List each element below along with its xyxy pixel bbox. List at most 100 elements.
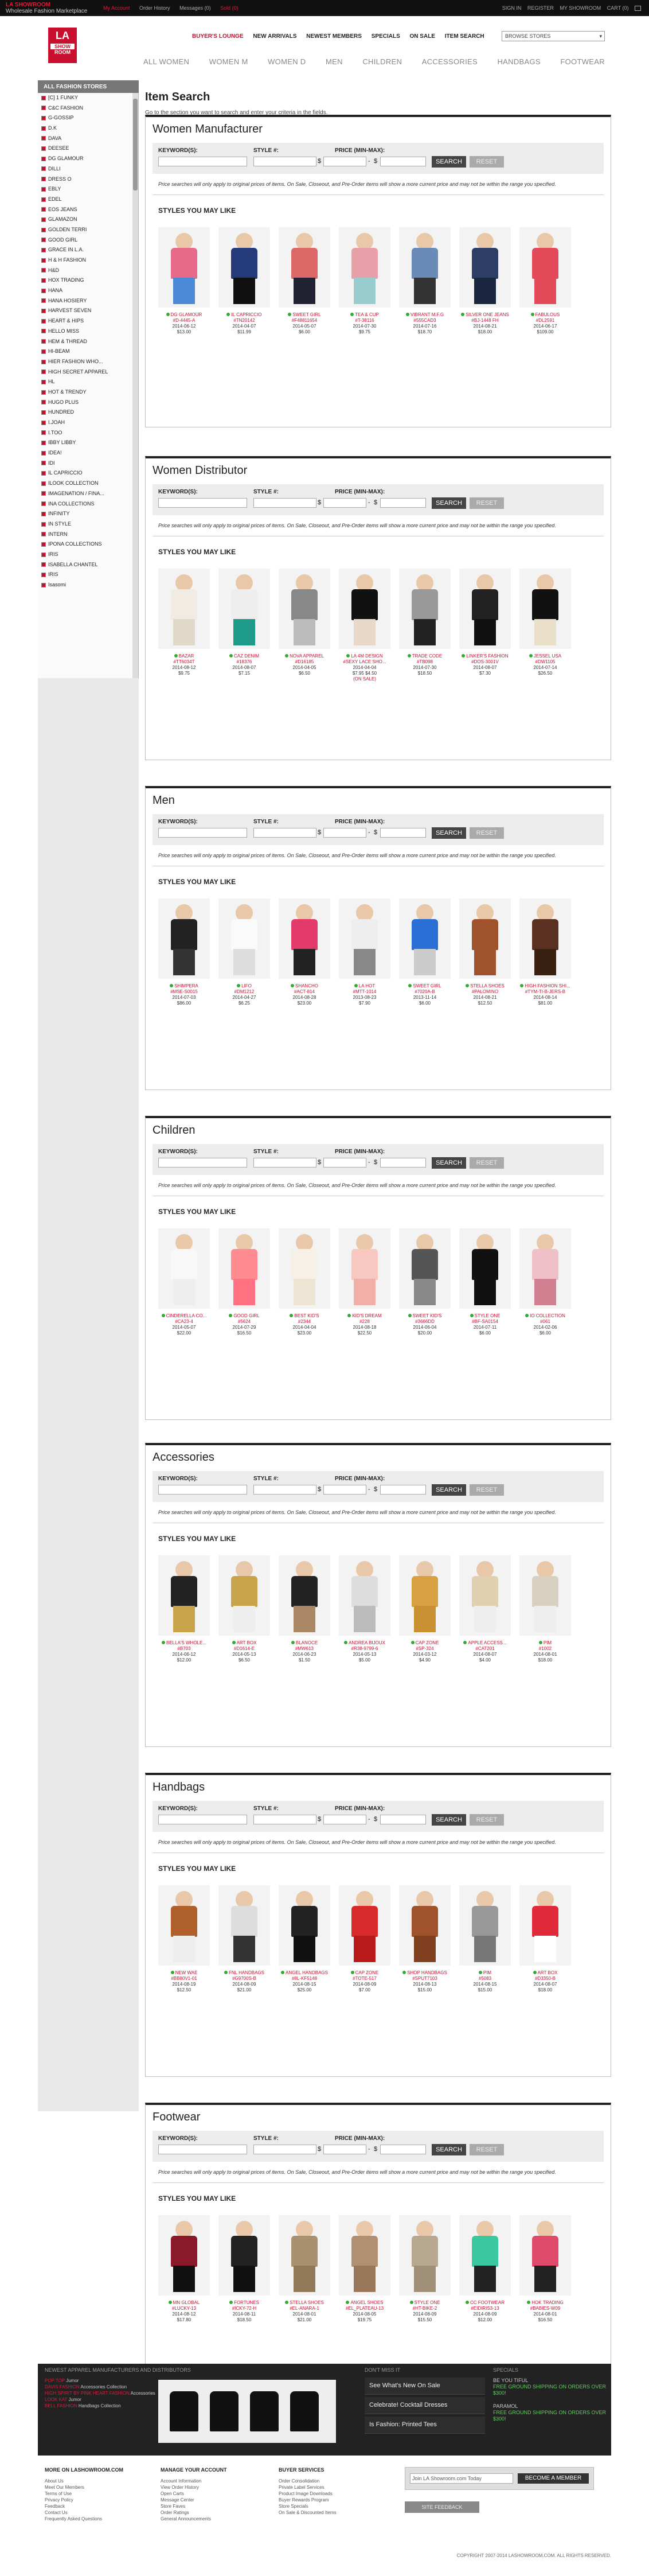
product-card[interactable]: CAP ZONE #SP-324 2014-03-12 $4.90 <box>399 1555 451 1663</box>
product-store[interactable]: CAZ DENIM <box>218 653 270 659</box>
price-max-input[interactable] <box>380 1815 426 1824</box>
checkbox-icon[interactable] <box>41 207 46 212</box>
product-image[interactable] <box>279 2215 330 2295</box>
nav-newest-members[interactable]: NEWEST MEMBERS <box>306 33 362 40</box>
checkbox-icon[interactable] <box>41 400 46 405</box>
sidebar-store-item[interactable]: GRACE IN L.A. <box>38 245 138 255</box>
store-list-scrollbar[interactable] <box>132 93 138 678</box>
product-card[interactable]: CINDERELLA CO... #CA23-4 2014-05-07 $22.… <box>158 1228 210 1336</box>
sidebar-store-item[interactable]: IBBY LIBBY <box>38 438 138 448</box>
product-card[interactable]: NOVA APPAREL #D16185 2014-04-05 $6.50 <box>279 569 330 682</box>
style-input[interactable] <box>253 828 316 838</box>
price-min-input[interactable] <box>323 828 366 838</box>
product-card[interactable]: BAZAR #TT6034T 2014-08-12 $9.75 <box>158 569 210 682</box>
product-sku[interactable]: #061 <box>519 1319 571 1325</box>
product-card[interactable]: SHIMPERA #MSE-S0015 2014-07-03 $86.00 <box>158 898 210 1006</box>
product-store[interactable]: STELLA SHOES <box>279 2300 330 2306</box>
footer-link[interactable]: View Order History <box>161 2484 227 2491</box>
sidebar-store-item[interactable]: HEM & THREAD <box>38 337 138 347</box>
product-image[interactable] <box>339 898 390 979</box>
keywords-input[interactable] <box>158 1815 247 1824</box>
product-sku[interactable]: #DOS-3001V <box>459 659 511 665</box>
checkbox-icon[interactable] <box>41 126 46 131</box>
checkbox-icon[interactable] <box>41 258 46 263</box>
product-store[interactable]: LA HOT <box>339 983 390 989</box>
product-sku[interactable]: #DL2591 <box>519 318 571 324</box>
checkbox-icon[interactable] <box>41 288 46 293</box>
newest-item[interactable]: BELL FASHION Handbags Collection <box>45 2403 155 2409</box>
keywords-input[interactable] <box>158 2145 247 2154</box>
product-card[interactable]: ANGEL SHOES #EL_PLATEAU-13 2014-08-05 $1… <box>339 2215 390 2323</box>
product-store[interactable]: SWEET KID'S <box>399 1313 451 1319</box>
product-sku[interactable]: #TB098 <box>399 659 451 665</box>
product-store[interactable]: TEA & CUP <box>339 312 390 318</box>
search-button[interactable]: SEARCH <box>432 1814 466 1826</box>
checkbox-icon[interactable] <box>41 450 46 456</box>
product-sku[interactable]: #TYM-TI-B-JERS-B <box>519 989 571 995</box>
product-sku[interactable]: #18376 <box>218 659 270 665</box>
footer-link[interactable]: About Us <box>45 2478 123 2484</box>
my-account-link[interactable]: My Account <box>103 5 130 11</box>
keywords-input[interactable] <box>158 498 247 508</box>
product-store[interactable]: VIBRANT M.F.G <box>399 312 451 318</box>
product-store[interactable]: JESSEL USA <box>519 653 571 659</box>
sign-in-link[interactable]: SIGN IN <box>502 5 522 11</box>
product-sku[interactable]: #MTT-1014 <box>339 989 390 995</box>
product-image[interactable] <box>218 1228 270 1309</box>
product-sku[interactable]: #BF-SA0154 <box>459 1319 511 1325</box>
product-card[interactable]: FNL HANDBAGS #G9700S-B 2014-08-09 $21.00 <box>218 1885 270 1993</box>
price-max-input[interactable] <box>380 1485 426 1495</box>
cat-women-d[interactable]: WOMEN D <box>268 57 306 66</box>
product-image[interactable] <box>279 1885 330 1966</box>
footer-link[interactable]: Frequently Asked Questions <box>45 2516 123 2522</box>
product-image[interactable] <box>158 1885 210 1966</box>
product-sku[interactable]: #D16185 <box>279 659 330 665</box>
sidebar-store-item[interactable]: EBLY <box>38 184 138 194</box>
search-button[interactable]: SEARCH <box>432 827 466 839</box>
newest-item[interactable]: HIGH SPIRIT BY PINK HEART FASHION Access… <box>45 2390 155 2396</box>
product-sku[interactable]: #DM1212 <box>218 989 270 995</box>
search-button[interactable]: SEARCH <box>432 1157 466 1169</box>
product-image[interactable] <box>519 1555 571 1636</box>
sidebar-store-item[interactable]: HI-BEAM <box>38 347 138 357</box>
product-sku[interactable]: #D3350-B <box>519 1976 571 1982</box>
checkbox-icon[interactable] <box>41 420 46 425</box>
product-image[interactable] <box>459 569 511 649</box>
product-image[interactable] <box>339 227 390 308</box>
product-image[interactable] <box>279 227 330 308</box>
product-store[interactable]: PIM <box>459 1970 511 1976</box>
product-card[interactable]: PIM #5083 2014-08-15 $15.00 <box>459 1885 511 1993</box>
product-card[interactable]: LA 4M DESIGN #SEXY LACE SHO... 2014-04-0… <box>339 569 390 682</box>
product-card[interactable]: IL CAPRICCIO #TN20142 2014-04-07 $11.99 <box>218 227 270 335</box>
product-card[interactable]: SWEET KID'S #3666DD 2014-06-04 $20.00 <box>399 1228 451 1336</box>
product-image[interactable] <box>399 569 451 649</box>
cat-men[interactable]: MEN <box>326 57 343 66</box>
product-sku[interactable]: #CAT201 <box>459 1646 511 1652</box>
reset-button[interactable]: RESET <box>470 2144 504 2155</box>
checkbox-icon[interactable] <box>41 511 46 516</box>
product-card[interactable]: STYLE ONE #HT-BIKE-2 2014-08-09 $15.50 <box>399 2215 451 2323</box>
product-card[interactable]: STELLA SHOES #EL-ANARA-1 2014-08-01 $21.… <box>279 2215 330 2323</box>
product-store[interactable]: LIFO <box>218 983 270 989</box>
product-image[interactable] <box>218 1555 270 1636</box>
product-sku[interactable]: #D1614-E <box>218 1646 270 1652</box>
reset-button[interactable]: RESET <box>470 497 504 509</box>
product-store[interactable]: APPLE ACCESS... <box>459 1640 511 1646</box>
sidebar-store-item[interactable]: H & H FASHION <box>38 255 138 266</box>
cat-children[interactable]: CHILDREN <box>362 57 402 66</box>
sidebar-store-item[interactable]: IL CAPRICCIO <box>38 468 138 478</box>
price-max-input[interactable] <box>380 1158 426 1168</box>
product-sku[interactable]: #SEXY LACE SHO... <box>339 659 390 665</box>
product-store[interactable]: ANDREA BIJOUX <box>339 1640 390 1646</box>
product-store[interactable]: ANGEL HANDBAGS <box>279 1970 330 1976</box>
keywords-input[interactable] <box>158 157 247 166</box>
product-store[interactable]: SHOP HANDBAGS <box>399 1970 451 1976</box>
product-image[interactable] <box>399 227 451 308</box>
footer-link[interactable]: Meet Our Members <box>45 2484 123 2491</box>
product-card[interactable]: LINKER'S FASHION #DOS-3001V 2014-08-07 $… <box>459 569 511 682</box>
product-image[interactable] <box>218 898 270 979</box>
product-card[interactable]: SHANCHO #ACT-814 2014-08-28 $23.00 <box>279 898 330 1006</box>
checkbox-icon[interactable] <box>41 309 46 314</box>
product-card[interactable]: SILVER ONE JEANS #BJ-1448 FH 2014-08-21 … <box>459 227 511 335</box>
reset-button[interactable]: RESET <box>470 827 504 839</box>
